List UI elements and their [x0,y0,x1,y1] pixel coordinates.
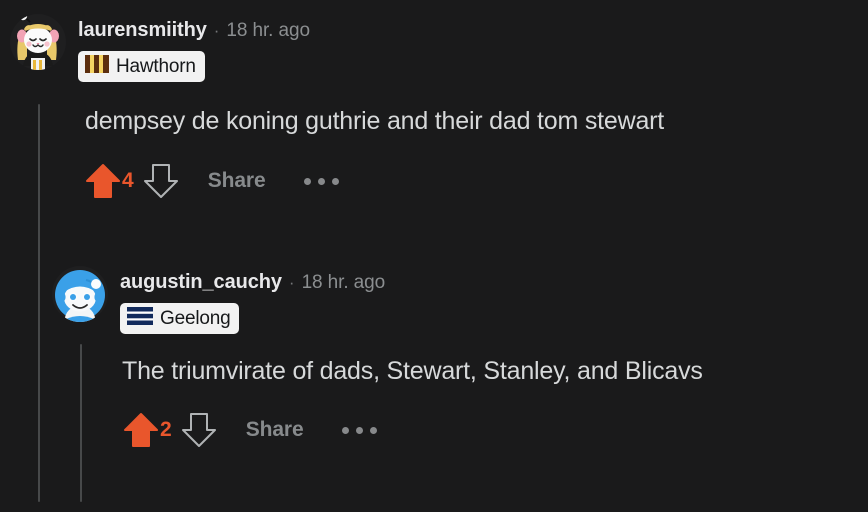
comment-header: augustin_cauchy · 18 hr. ago Geelong [52,266,862,334]
more-dot [317,177,325,185]
more-dot [331,177,339,185]
user-flair[interactable]: Hawthorn [78,51,205,82]
meta-separator: · [213,21,220,40]
more-dot [355,426,363,434]
user-flair-label: Hawthorn [116,55,196,77]
more-dot [369,426,377,434]
byline: augustin_cauchy · 18 hr. ago [120,272,385,292]
share-button[interactable]: Share [246,418,304,442]
comment-author[interactable]: laurensmiithy [78,20,207,40]
vote-score: 2 [160,418,172,442]
more-options-button[interactable] [338,417,381,444]
comment-meta: augustin_cauchy · 18 hr. ago Geelong [120,266,385,334]
hawthorn-stripes-icon [85,55,109,78]
upvote-button[interactable] [82,160,124,202]
more-options-button[interactable] [300,168,343,195]
more-dot [303,177,311,185]
upvote-button[interactable] [120,409,162,451]
user-flair-label: Geelong [160,307,231,329]
avatar-snoo-blue[interactable] [52,266,108,322]
comment-reply: augustin_cauchy · 18 hr. ago Geelong The… [52,266,862,451]
meta-separator: · [288,273,295,292]
geelong-stripes-icon [127,307,153,330]
comment-body: dempsey de koning guthrie and their dad … [85,107,665,135]
comment-actions: 2 Share [120,409,862,451]
comment-meta: laurensmiithy · 18 hr. ago Hawthorn [78,14,310,82]
comment-header: laurensmiithy · 18 hr. ago Hawthorn [10,14,860,82]
comment-author[interactable]: augustin_cauchy [120,272,282,292]
avatar-bee-cat[interactable] [10,14,66,70]
comment-actions: 4 Share [82,160,860,202]
downvote-button[interactable] [178,409,220,451]
byline: laurensmiithy · 18 hr. ago [78,20,310,40]
comment-timestamp: 18 hr. ago [301,272,386,293]
comment-thread: laurensmiithy · 18 hr. ago Hawthorn demp… [0,0,868,512]
downvote-button[interactable] [140,160,182,202]
share-button[interactable]: Share [208,169,266,193]
comment: laurensmiithy · 18 hr. ago Hawthorn demp… [10,14,860,202]
comment-timestamp: 18 hr. ago [226,20,310,41]
user-flair[interactable]: Geelong [120,303,240,334]
vote-score: 4 [122,169,134,193]
more-dot [341,426,349,434]
comment-body: The triumvirate of dads, Stewart, Stanle… [122,357,703,385]
